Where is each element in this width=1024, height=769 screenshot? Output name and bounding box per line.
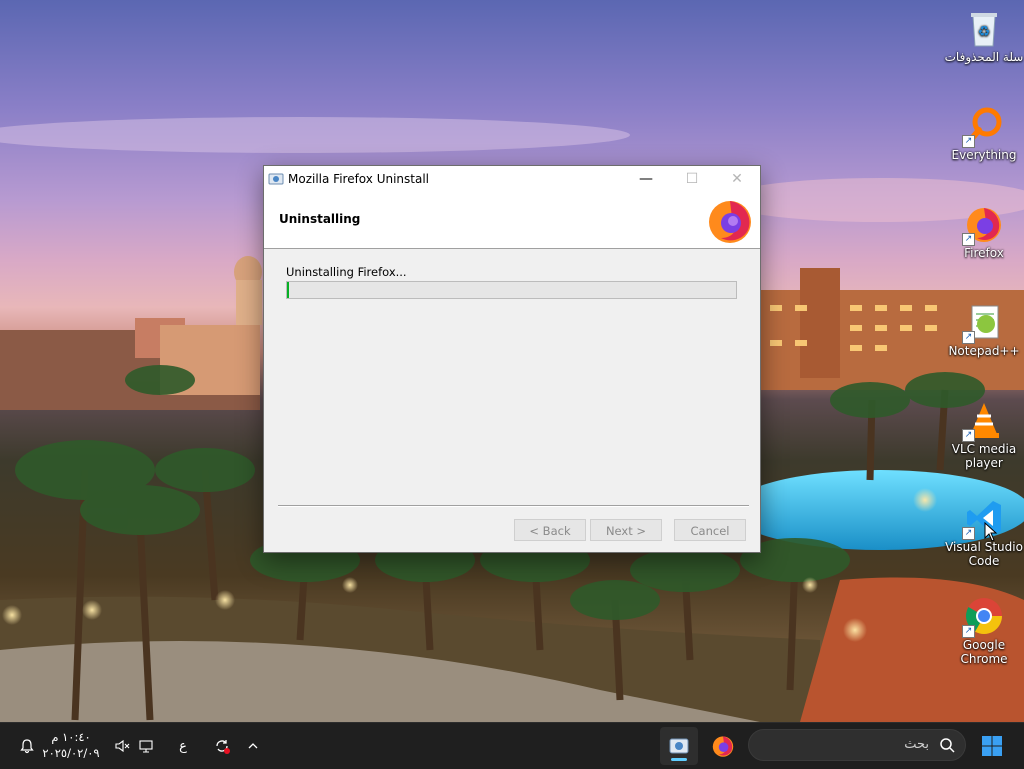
clock-date: ٢٠٢٥/٠٢/٠٩	[42, 746, 100, 760]
desktop-icon-label: Google Chrome	[960, 638, 1008, 666]
input-language-indicator[interactable]: ع	[172, 723, 194, 769]
network-icon[interactable]	[136, 723, 156, 769]
desktop-icon-label: Visual Studio Code	[945, 540, 1023, 568]
uninstaller-task-icon[interactable]	[660, 727, 698, 765]
desktop-icon-label: سلة المحذوفات	[944, 50, 1024, 64]
search-placeholder: بحث	[904, 737, 929, 752]
desktop-icon-firefox[interactable]: ↗ Firefox	[944, 204, 1024, 260]
desktop-icon-recycle-bin[interactable]: ♻ سلة المحذوفات	[944, 8, 1024, 64]
start-windows-icon[interactable]	[976, 723, 1008, 769]
window-title: Mozilla Firefox Uninstall	[288, 172, 429, 186]
uninstall-app-icon	[268, 171, 284, 187]
active-window-indicator	[671, 758, 687, 761]
mouse-cursor-icon	[984, 522, 998, 542]
taskbar-search-box[interactable]: بحث	[748, 729, 966, 761]
shortcut-arrow-icon: ↗	[962, 233, 975, 246]
wizard-page-title: Uninstalling	[279, 212, 361, 226]
shortcut-arrow-icon: ↗	[962, 135, 975, 148]
notifications-bell-icon[interactable]	[14, 723, 40, 769]
desktop-icon-chrome[interactable]: ↗ Google Chrome	[944, 596, 1024, 666]
wizard-header: Uninstalling	[264, 192, 760, 249]
desktop-icon-label: VLC media player	[951, 442, 1017, 470]
shortcut-arrow-icon: ↗	[962, 625, 975, 638]
desktop-icon-label: Firefox	[964, 246, 1004, 260]
system-clock[interactable]: ١٠:٤٠ م ٢٠٢٥/٠٢/٠٩	[40, 729, 102, 761]
clock-time: ١٠:٤٠ م	[51, 730, 91, 744]
recycle-bin-icon: ♻	[964, 8, 1004, 48]
desktop-icon-everything[interactable]: ↗ Everything	[944, 106, 1024, 162]
minimize-button[interactable]: —	[623, 166, 669, 192]
firefox-logo-icon	[706, 196, 754, 244]
window-titlebar[interactable]: Mozilla Firefox Uninstall — ☐ ✕	[264, 166, 760, 192]
desktop-icon-label: Everything	[951, 148, 1017, 162]
desktop-icon-vlc[interactable]: ↗ VLC media player	[944, 400, 1024, 470]
uninstall-window: Mozilla Firefox Uninstall — ☐ ✕ Uninstal…	[263, 165, 761, 553]
firefox-icon: ↗	[962, 204, 1004, 246]
chrome-icon: ↗	[962, 596, 1004, 638]
shortcut-arrow-icon: ↗	[962, 527, 975, 540]
desktop-icon-notepad-plus-plus[interactable]: ↗ Notepad++	[944, 302, 1024, 358]
everything-search-icon: ↗	[962, 106, 1004, 148]
vlc-icon: ↗	[962, 400, 1004, 442]
sync-alert-icon[interactable]	[210, 723, 234, 769]
desktop-icon-label: Notepad++	[948, 344, 1020, 358]
footer-divider	[278, 505, 749, 507]
svg-text:♻: ♻	[978, 24, 991, 40]
search-icon	[939, 737, 955, 753]
firefox-task-icon[interactable]	[704, 723, 742, 769]
taskbar: ١٠:٤٠ م ٢٠٢٥/٠٢/٠٩ ع بحث	[0, 722, 1024, 769]
notepad-plus-plus-icon: ↗	[962, 302, 1004, 344]
shortcut-arrow-icon: ↗	[962, 429, 975, 442]
uninstall-progress-bar	[286, 281, 737, 299]
uninstall-status-text: Uninstalling Firefox...	[286, 265, 407, 279]
maximize-button[interactable]: ☐	[669, 166, 715, 192]
speaker-muted-icon[interactable]	[112, 723, 132, 769]
cancel-button[interactable]: Cancel	[674, 519, 746, 541]
progress-fill	[287, 282, 290, 298]
back-button[interactable]: < Back	[514, 519, 586, 541]
next-button[interactable]: Next >	[590, 519, 662, 541]
close-button[interactable]: ✕	[714, 166, 760, 192]
shortcut-arrow-icon: ↗	[962, 331, 975, 344]
show-hidden-icons-chevron-icon[interactable]	[242, 723, 264, 769]
